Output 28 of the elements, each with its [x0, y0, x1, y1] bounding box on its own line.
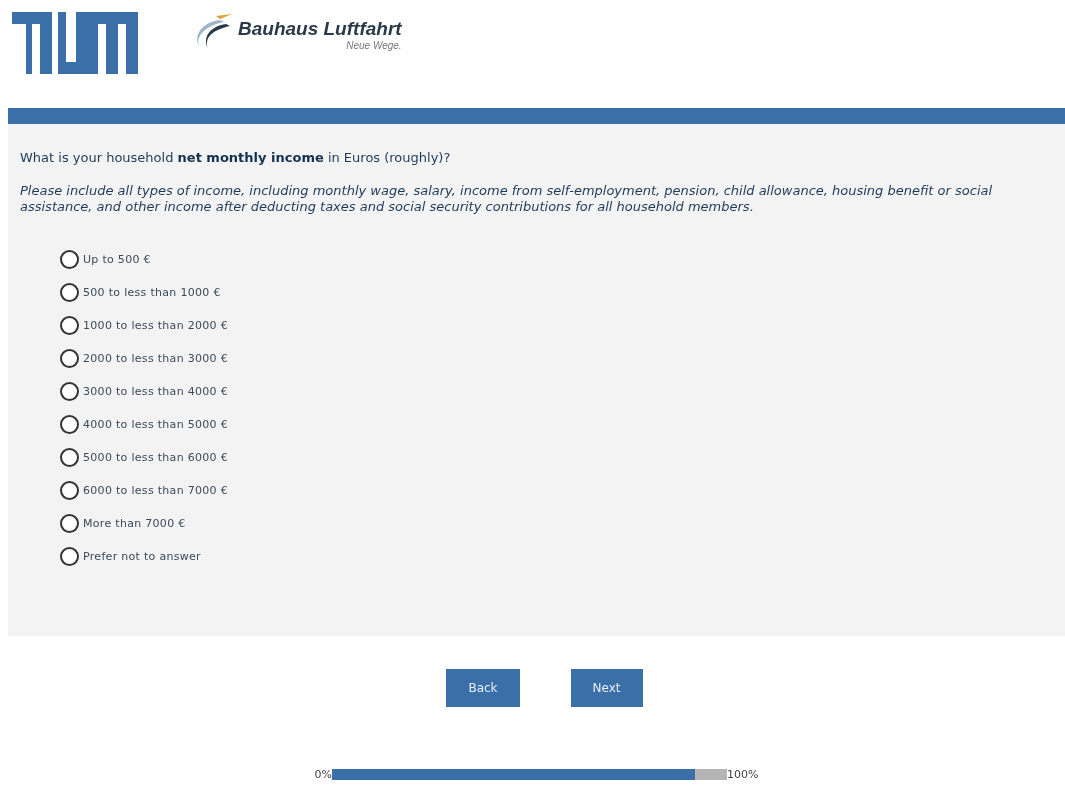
brand-name: Bauhaus Luftfahrt	[238, 17, 402, 40]
progress-end-label: 100%	[727, 768, 759, 781]
radio-button[interactable]	[60, 448, 79, 467]
radio-button[interactable]	[60, 481, 79, 500]
question-instructions: Please include all types of income, including monthly wage, salary, income from self-employment, pension, child allowance, housing benefit or social assistance, and other income after deducting taxes and social security contributions for all household members.	[20, 183, 994, 215]
option-label[interactable]: 5000 to less than 6000 €	[83, 451, 228, 464]
back-button[interactable]: Back	[446, 669, 520, 707]
radio-button[interactable]	[60, 349, 79, 368]
radio-button[interactable]	[60, 415, 79, 434]
progress-start-label: 0%	[314, 768, 332, 781]
option-label[interactable]: Up to 500 €	[83, 253, 151, 266]
radio-button[interactable]	[60, 283, 79, 302]
option-label[interactable]: 6000 to less than 7000 €	[83, 484, 228, 497]
option-label[interactable]: 3000 to less than 4000 €	[83, 385, 228, 398]
radio-button[interactable]	[60, 514, 79, 533]
question-text: What is your household net monthly income in Euros (roughly)?	[20, 150, 452, 165]
option-label[interactable]: 1000 to less than 2000 €	[83, 319, 228, 332]
radio-button[interactable]	[60, 250, 79, 269]
next-button[interactable]: Next	[570, 669, 643, 707]
radio-button[interactable]	[60, 382, 79, 401]
option-label[interactable]: More than 7000 €	[83, 517, 186, 530]
radio-button[interactable]	[60, 547, 79, 566]
option-label[interactable]: Prefer not to answer	[83, 550, 201, 563]
brand-tagline: Neue Wege.	[346, 39, 402, 51]
radio-button[interactable]	[60, 316, 79, 335]
option-label[interactable]: 500 to less than 1000 €	[83, 286, 221, 299]
option-label[interactable]: 2000 to less than 3000 €	[83, 352, 228, 365]
option-label[interactable]: 4000 to less than 5000 €	[83, 418, 228, 431]
